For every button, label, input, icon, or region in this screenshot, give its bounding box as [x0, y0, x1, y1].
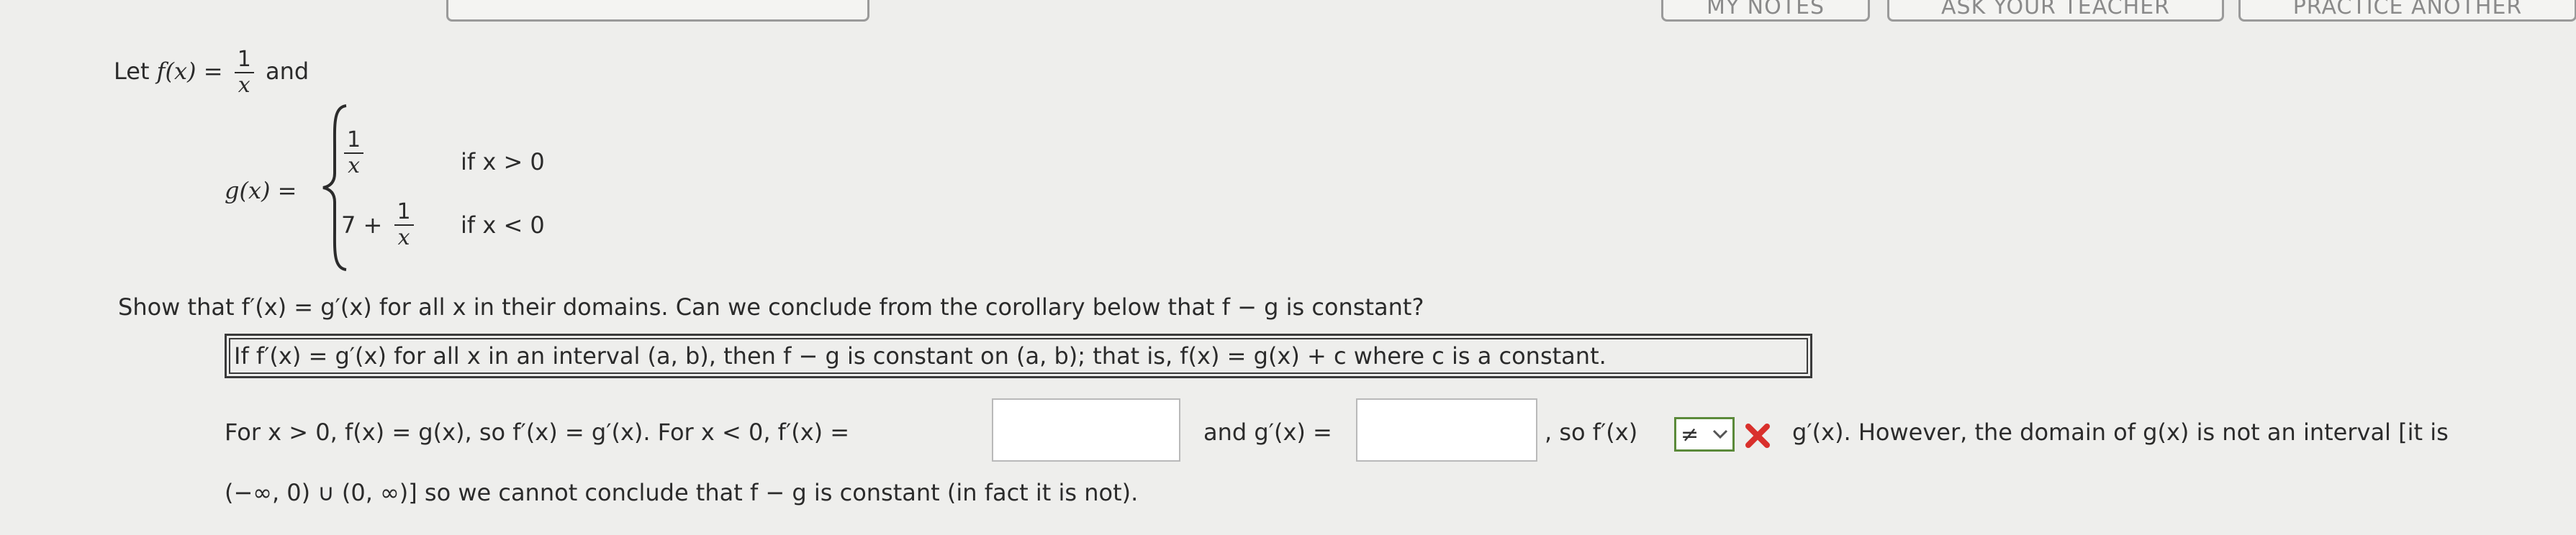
let-text: Let [114, 58, 150, 85]
frac-num: 1 [234, 47, 254, 73]
answer-part5: (−∞, 0) ∪ (0, ∞)] so we cannot conclude … [225, 479, 1139, 506]
corollary-text: If f′(x) = g′(x) for all x in an interva… [234, 342, 1606, 370]
chevron-down-icon [1712, 429, 1728, 439]
one-over-x-fraction: 1 x [234, 47, 254, 98]
top-button-blank[interactable] [446, 0, 869, 22]
answer-part1: For x > 0, f(x) = g(x), so f′(x) = g′(x)… [225, 419, 850, 446]
answer-part4: g′(x). However, the domain of g(x) is no… [1792, 419, 2449, 446]
practice-another-label: PRACTICE ANOTHER [2292, 0, 2523, 19]
g-def-label: g(x) = [225, 177, 297, 204]
ask-teacher-label: ASK YOUR TEACHER [1941, 0, 2170, 19]
case-two-den: x [397, 225, 410, 250]
my-notes-label: MY NOTES [1706, 0, 1825, 19]
f-prime-input[interactable] [992, 398, 1180, 462]
g-prime-input[interactable] [1356, 398, 1537, 462]
relation-select-value: ≠ [1681, 421, 1699, 447]
case-one-fraction: 1 x [344, 128, 364, 178]
relation-select[interactable]: ≠ [1674, 417, 1735, 452]
ask-your-teacher-button[interactable]: ASK YOUR TEACHER [1887, 0, 2224, 22]
case-one-num: 1 [344, 128, 364, 154]
practice-another-button[interactable]: PRACTICE ANOTHER [2238, 0, 2576, 22]
incorrect-x-icon [1745, 424, 1770, 448]
case-two-prefix: 7 + [341, 211, 383, 239]
answer-part3: , so f′(x) [1545, 419, 1638, 446]
case-two-condition: if x < 0 [461, 211, 545, 239]
case-two-num: 1 [394, 200, 414, 226]
f-definition: Let f(x) = 1 x and [114, 47, 309, 98]
case-one-den: x [348, 153, 360, 178]
corollary-box: If f′(x) = g′(x) for all x in an interva… [225, 334, 1812, 378]
and-text: and [265, 58, 309, 85]
show-that-question: Show that f′(x) = g′(x) for all x in the… [118, 293, 1424, 321]
case-two: 7 + 1 x [341, 200, 418, 250]
frac-den: x [238, 73, 250, 98]
answer-part2: and g′(x) = [1203, 419, 1332, 446]
case-one-condition: if x > 0 [461, 148, 545, 175]
case-one: 1 x [340, 128, 368, 178]
my-notes-button[interactable]: MY NOTES [1661, 0, 1870, 22]
f-def-text: f(x) = [156, 58, 223, 85]
case-two-fraction: 1 x [394, 200, 414, 250]
